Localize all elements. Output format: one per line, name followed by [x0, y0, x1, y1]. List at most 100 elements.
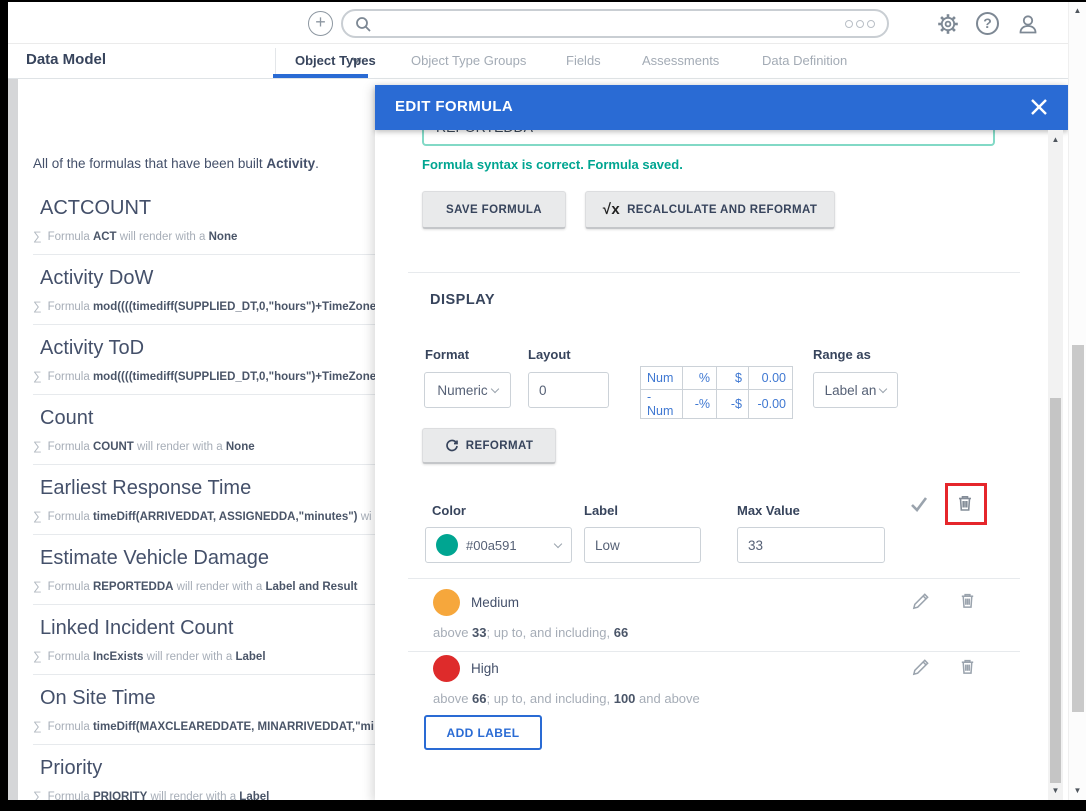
- sigma-icon: ∑: [33, 369, 42, 383]
- tab-assessments[interactable]: Assessments: [642, 53, 719, 68]
- list-intro: All of the formulas that have been built…: [33, 156, 375, 171]
- formula-summary: ∑Formula REPORTEDDA will render with a L…: [33, 579, 375, 593]
- range-as-label: Range as: [813, 347, 871, 362]
- delete-trash-icon[interactable]: [958, 657, 980, 679]
- add-label-button[interactable]: ADD LABEL: [424, 715, 542, 750]
- modal-header: EDIT FORMULA: [375, 85, 1068, 130]
- search-options-icon[interactable]: [845, 20, 875, 28]
- tab-fields[interactable]: Fields: [566, 53, 601, 68]
- range-as-select[interactable]: Label an: [813, 372, 898, 408]
- sigma-icon: ∑: [33, 719, 42, 733]
- formula-title[interactable]: Estimate Vehicle Damage: [40, 547, 375, 570]
- edit-formula-modal: REPORTEDDA EDIT FORMULA Formula syntax i…: [375, 85, 1068, 800]
- formula-list-panel: All of the formulas that have been built…: [18, 79, 375, 800]
- formula-success-message: Formula syntax is correct. Formula saved…: [422, 157, 683, 172]
- high-color-swatch: [433, 655, 460, 682]
- list-item: Activity DoW ∑Formula mod((((timediff(SU…: [33, 255, 375, 325]
- add-icon[interactable]: +: [308, 11, 333, 36]
- delete-trash-icon[interactable]: [958, 591, 980, 613]
- layout-input[interactable]: 0: [528, 372, 609, 408]
- sigma-icon: ∑: [33, 789, 42, 800]
- formula-title[interactable]: On Site Time: [40, 687, 375, 710]
- table-cell: -%: [683, 390, 717, 419]
- save-formula-label: SAVE FORMULA: [446, 204, 542, 216]
- list-item: Earliest Response Time ∑Formula timeDiff…: [33, 465, 375, 535]
- left-edge-strip: [8, 79, 18, 800]
- label-name-high: High: [471, 661, 499, 676]
- list-item: Estimate Vehicle Damage ∑Formula REPORTE…: [33, 535, 375, 605]
- chevron-down-icon: [490, 384, 498, 392]
- edit-pencil-icon[interactable]: [911, 592, 933, 614]
- list-item: Count ∑Formula COUNT will render with a …: [33, 395, 375, 465]
- section-divider: [408, 272, 1020, 273]
- color-label: Color: [432, 503, 466, 518]
- medium-color-swatch: [433, 589, 460, 616]
- scroll-up-arrow-icon[interactable]: ▲: [1069, 6, 1086, 16]
- list-item: Activity ToD ∑Formula mod((((timediff(SU…: [33, 325, 375, 395]
- table-cell: -Num: [641, 390, 683, 419]
- scrollbar-thumb[interactable]: [1050, 398, 1061, 783]
- modal-title: EDIT FORMULA: [395, 98, 513, 115]
- layout-label: Layout: [528, 347, 571, 362]
- table-cell: -0.00: [749, 390, 793, 419]
- max-value-input[interactable]: 33: [737, 527, 885, 563]
- sigma-icon: ∑: [33, 509, 42, 523]
- format-select[interactable]: Numeric: [424, 372, 511, 408]
- tab-object-types[interactable]: Object Types: [295, 53, 376, 68]
- label-input[interactable]: Low: [584, 527, 701, 563]
- search-bar[interactable]: [341, 9, 889, 38]
- formula-title[interactable]: Linked Incident Count: [40, 617, 375, 640]
- list-item: On Site Time ∑Formula timeDiff(MAXCLEARE…: [33, 675, 375, 745]
- color-select-value: #00a591: [466, 538, 517, 553]
- search-input[interactable]: [379, 16, 845, 31]
- list-item: ACTCOUNT ∑Formula ACT will render with a…: [33, 185, 375, 255]
- format-select-value: Numeric: [437, 383, 487, 398]
- table-cell: %: [683, 367, 717, 390]
- format-preview-table: Num % $ 0.00 -Num -% -$ -0.00: [640, 366, 793, 419]
- edit-pencil-icon[interactable]: [911, 658, 933, 680]
- scroll-down-arrow-icon[interactable]: ▼: [1048, 786, 1063, 796]
- formula-summary: ∑Formula mod((((timediff(SUPPLIED_DT,0,"…: [33, 369, 375, 383]
- chevron-down-icon: [879, 384, 887, 392]
- chevron-down-icon: [554, 539, 562, 547]
- layout-input-value: 0: [539, 383, 547, 398]
- data-model-dropdown[interactable]: Data Model: [26, 51, 106, 68]
- max-value-input-value: 33: [748, 538, 763, 553]
- sqrt-x-icon: √x: [603, 201, 620, 218]
- recalculate-and-reformat-button[interactable]: √x RECALCULATE AND REFORMAT: [585, 191, 835, 229]
- help-icon[interactable]: ?: [975, 11, 1000, 36]
- confirm-check-icon[interactable]: [908, 493, 930, 515]
- table-cell: $: [717, 367, 749, 390]
- tab-data-definition[interactable]: Data Definition: [762, 53, 847, 68]
- nav-divider: [275, 48, 276, 74]
- scroll-down-arrow-icon[interactable]: ▼: [1069, 786, 1086, 796]
- page-scrollbar[interactable]: ▲ ▼: [1068, 2, 1086, 800]
- highlight-box: [945, 483, 987, 525]
- recalculate-label: RECALCULATE AND REFORMAT: [627, 204, 817, 216]
- formula-title[interactable]: Earliest Response Time: [40, 477, 375, 500]
- scroll-up-arrow-icon[interactable]: ▲: [1048, 135, 1063, 145]
- label-name-medium: Medium: [471, 595, 519, 610]
- modal-scrollbar[interactable]: ▲ ▼: [1048, 130, 1063, 800]
- range-as-select-value: Label an: [825, 383, 877, 398]
- scrollbar-thumb[interactable]: [1072, 345, 1084, 712]
- formula-title[interactable]: Activity DoW: [40, 267, 375, 290]
- reformat-button[interactable]: REFORMAT: [422, 428, 556, 464]
- color-select[interactable]: #00a591: [425, 527, 572, 563]
- tab-object-type-groups[interactable]: Object Type Groups: [411, 53, 526, 68]
- delete-trash-icon[interactable]: [955, 493, 977, 515]
- formula-title[interactable]: ACTCOUNT: [40, 197, 375, 220]
- sigma-icon: ∑: [33, 579, 42, 593]
- formula-title[interactable]: Count: [40, 407, 375, 430]
- label-range-description: above 33; up to, and including, 66: [433, 625, 628, 640]
- formula-summary: ∑Formula COUNT will render with a None: [33, 439, 375, 453]
- user-profile-icon[interactable]: [1015, 11, 1040, 36]
- formula-title[interactable]: Priority: [40, 757, 375, 780]
- table-cell: Num: [641, 367, 683, 390]
- settings-gear-icon[interactable]: [935, 11, 960, 36]
- close-icon[interactable]: [1028, 96, 1050, 118]
- save-formula-button[interactable]: SAVE FORMULA: [422, 191, 566, 229]
- formula-summary: ∑Formula timeDiff(MAXCLEAREDDATE, MINARR…: [33, 719, 375, 733]
- sigma-icon: ∑: [33, 649, 42, 663]
- formula-title[interactable]: Activity ToD: [40, 337, 375, 360]
